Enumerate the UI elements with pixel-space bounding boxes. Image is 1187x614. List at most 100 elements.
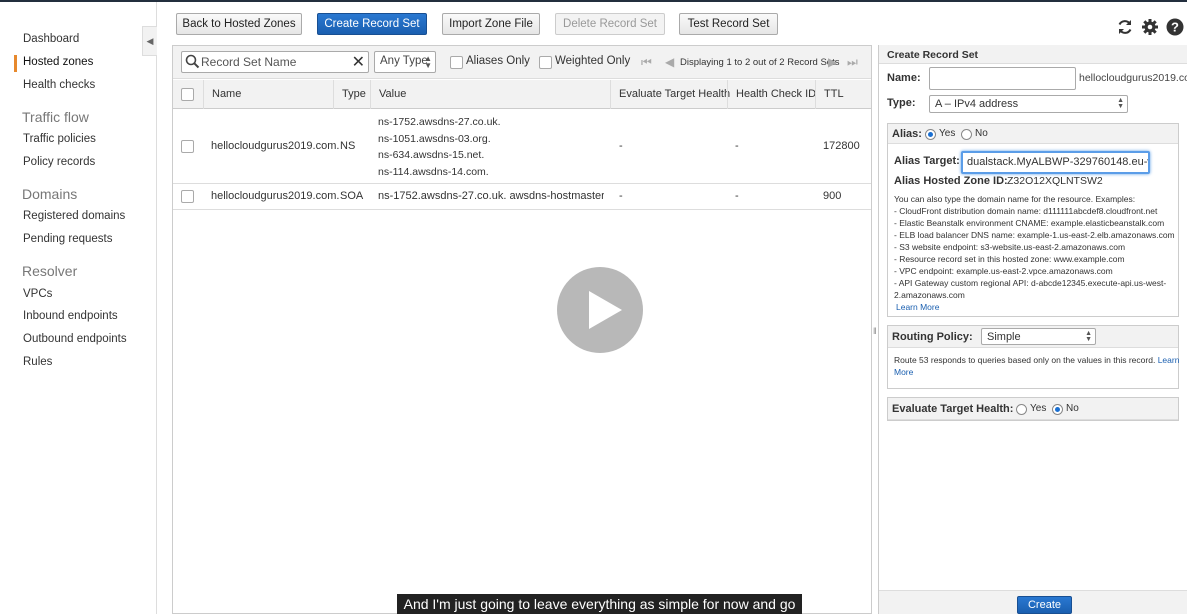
help-icon[interactable]: ?: [1166, 18, 1184, 36]
create-button[interactable]: Create: [1017, 596, 1072, 614]
record-type-value: A – IPv4 address: [935, 98, 1019, 110]
sidebar-item-hosted-zones[interactable]: Hosted zones: [23, 56, 93, 68]
test-record-set-button[interactable]: Test Record Set: [679, 13, 778, 35]
aliases-only-checkbox[interactable]: [450, 56, 463, 69]
import-zone-file-button[interactable]: Import Zone File: [442, 13, 540, 35]
row-type: SOA: [340, 190, 364, 202]
alias-yes-radio[interactable]: [925, 129, 936, 140]
select-all-checkbox[interactable]: [181, 88, 194, 101]
record-sets-panel: Record Set Name ✕ Any Type ▲ ▼ Aliases On…: [172, 45, 872, 614]
table-header: Name Type Value Evaluate Target Health H…: [173, 80, 871, 109]
alias-target-input[interactable]: dualstack.MyALBWP-329760148.eu-w: [961, 151, 1150, 174]
domain-suffix: hellocloudgurus2019.com: [1079, 72, 1187, 84]
row-checkbox[interactable]: [181, 140, 194, 153]
svg-text:?: ?: [1171, 20, 1179, 35]
filter-bar: Record Set Name ✕ Any Type ▲ ▼ Aliases On…: [173, 46, 871, 79]
name-label: Name:: [887, 72, 921, 84]
routing-policy-value: Simple: [987, 331, 1021, 343]
row-value: ns-1752.awsdns-27.co.uk. awsdns-hostmast…: [378, 190, 604, 202]
video-caption: And I'm just going to leave everything a…: [397, 594, 802, 614]
collapse-sidebar-icon[interactable]: ◀: [142, 26, 157, 56]
record-type-select[interactable]: A – IPv4 address ▲ ▼: [929, 95, 1128, 113]
sidebar-item-inbound-endpoints[interactable]: Inbound endpoints: [23, 310, 118, 322]
column-header-type[interactable]: Type: [333, 80, 370, 109]
help-line: 2.amazonaws.com: [894, 290, 965, 300]
eth-yes-label: Yes: [1030, 403, 1047, 414]
alias-hosted-zone-id-label: Alias Hosted Zone ID:: [894, 175, 1008, 187]
play-icon: [589, 291, 622, 329]
top-border: [0, 0, 1187, 2]
help-line: - Resource record set in this hosted zon…: [894, 254, 1125, 264]
alias-no-label: No: [975, 128, 988, 139]
next-page-icon[interactable]: ▶: [828, 55, 837, 69]
clear-search-icon[interactable]: ✕: [352, 52, 365, 72]
search-icon: [185, 54, 200, 69]
last-page-icon[interactable]: ⏭: [847, 55, 858, 70]
column-header-health-check-id[interactable]: Health Check ID: [727, 80, 816, 109]
eth-no-radio[interactable]: [1052, 404, 1063, 415]
row-type: NS: [340, 140, 356, 152]
help-line: - Elastic Beanstalk environment CNAME: e…: [894, 218, 1165, 228]
row-name: hellocloudgurus2019.com.: [211, 190, 340, 202]
routing-policy-select[interactable]: Simple ▲ ▼: [981, 328, 1096, 345]
type-filter-select[interactable]: Any Type ▲ ▼: [374, 51, 436, 73]
routing-policy-label: Routing Policy:: [892, 331, 973, 343]
sidebar-item-outbound-endpoints[interactable]: Outbound endpoints: [23, 333, 127, 345]
sidebar-item-rules[interactable]: Rules: [23, 356, 52, 368]
alias-header: Alias: Yes No: [888, 124, 1178, 144]
weighted-only-label: Weighted Only: [555, 55, 631, 67]
panel-title: Create Record Set: [879, 45, 1187, 64]
refresh-icon[interactable]: [1116, 18, 1134, 36]
sidebar-item-policy-records[interactable]: Policy records: [23, 156, 95, 168]
table-row[interactable]: hellocloudgurus2019.com. NS ns-1752.awsd…: [173, 110, 871, 184]
column-header-evaluate-target-health[interactable]: Evaluate Target Health: [610, 80, 730, 109]
row-ttl: 172800: [823, 140, 860, 152]
delete-record-set-button[interactable]: Delete Record Set: [555, 13, 665, 35]
row-value-line: ns-1051.awsdns-03.org.: [378, 132, 491, 145]
column-header-ttl[interactable]: TTL: [815, 80, 871, 109]
first-page-icon[interactable]: ⏮: [641, 55, 652, 70]
create-record-set-button[interactable]: Create Record Set: [317, 13, 427, 35]
row-name: hellocloudgurus2019.com.: [211, 140, 340, 152]
active-indicator: [14, 55, 17, 72]
eth-yes-radio[interactable]: [1016, 404, 1027, 415]
row-value: ns-1752.awsdns-27.co.uk. ns-1051.awsdns-…: [378, 114, 501, 180]
sidebar-section-domains: Domains: [22, 186, 78, 202]
routing-learn-more-link-cont[interactable]: More: [894, 367, 913, 377]
routing-help-text: Route 53 responds to queries based only …: [894, 355, 1156, 365]
panel-resize-handle[interactable]: ‖: [873, 326, 877, 336]
weighted-only-checkbox[interactable]: [539, 56, 552, 69]
row-value-line: ns-634.awsdns-15.net.: [378, 149, 485, 161]
sidebar-item-traffic-policies[interactable]: Traffic policies: [23, 133, 96, 145]
alias-learn-more-link[interactable]: Learn More: [894, 301, 1175, 313]
sidebar-item-pending-requests[interactable]: Pending requests: [23, 233, 113, 245]
routing-help: Route 53 responds to queries based only …: [894, 354, 1179, 378]
sidebar-item-health-checks[interactable]: Health checks: [23, 79, 95, 91]
alias-no-radio[interactable]: [961, 129, 972, 140]
routing-learn-more-link[interactable]: Learn: [1158, 355, 1180, 365]
sidebar-item-registered-domains[interactable]: Registered domains: [23, 210, 125, 222]
row-checkbox[interactable]: [181, 190, 194, 203]
gear-icon[interactable]: [1141, 18, 1159, 36]
video-play-button[interactable]: [557, 267, 643, 353]
sidebar-item-dashboard[interactable]: Dashboard: [23, 33, 79, 45]
select-arrows-icon: ▲ ▼: [1085, 330, 1092, 343]
record-name-input[interactable]: [929, 67, 1076, 90]
column-header-value[interactable]: Value: [370, 80, 610, 109]
eth-no-label: No: [1066, 403, 1079, 414]
help-intro: You can also type the domain name for th…: [894, 194, 1136, 204]
evaluate-target-health-header: Evaluate Target Health: Yes No: [888, 398, 1178, 420]
table-row[interactable]: hellocloudgurus2019.com. SOA ns-1752.aws…: [173, 184, 871, 210]
select-arrows-icon: ▲ ▼: [1117, 97, 1124, 110]
record-set-search-input[interactable]: Record Set Name ✕: [181, 51, 369, 73]
row-health-check-id: -: [735, 140, 739, 152]
select-arrows-icon: ▲ ▼: [424, 54, 432, 70]
column-header-name[interactable]: Name: [203, 80, 333, 109]
sidebar-item-vpcs[interactable]: VPCs: [23, 288, 52, 300]
help-line: - S3 website endpoint: s3-website.us-eas…: [894, 242, 1126, 252]
back-to-hosted-zones-button[interactable]: Back to Hosted Zones: [176, 13, 302, 35]
prev-page-icon[interactable]: ◀: [665, 55, 674, 69]
alias-label: Alias:: [892, 128, 922, 140]
row-value-line: ns-114.awsdns-14.com.: [378, 165, 489, 178]
alias-hosted-zone-id-value: Z32O12XQLNTSW2: [1007, 175, 1103, 187]
